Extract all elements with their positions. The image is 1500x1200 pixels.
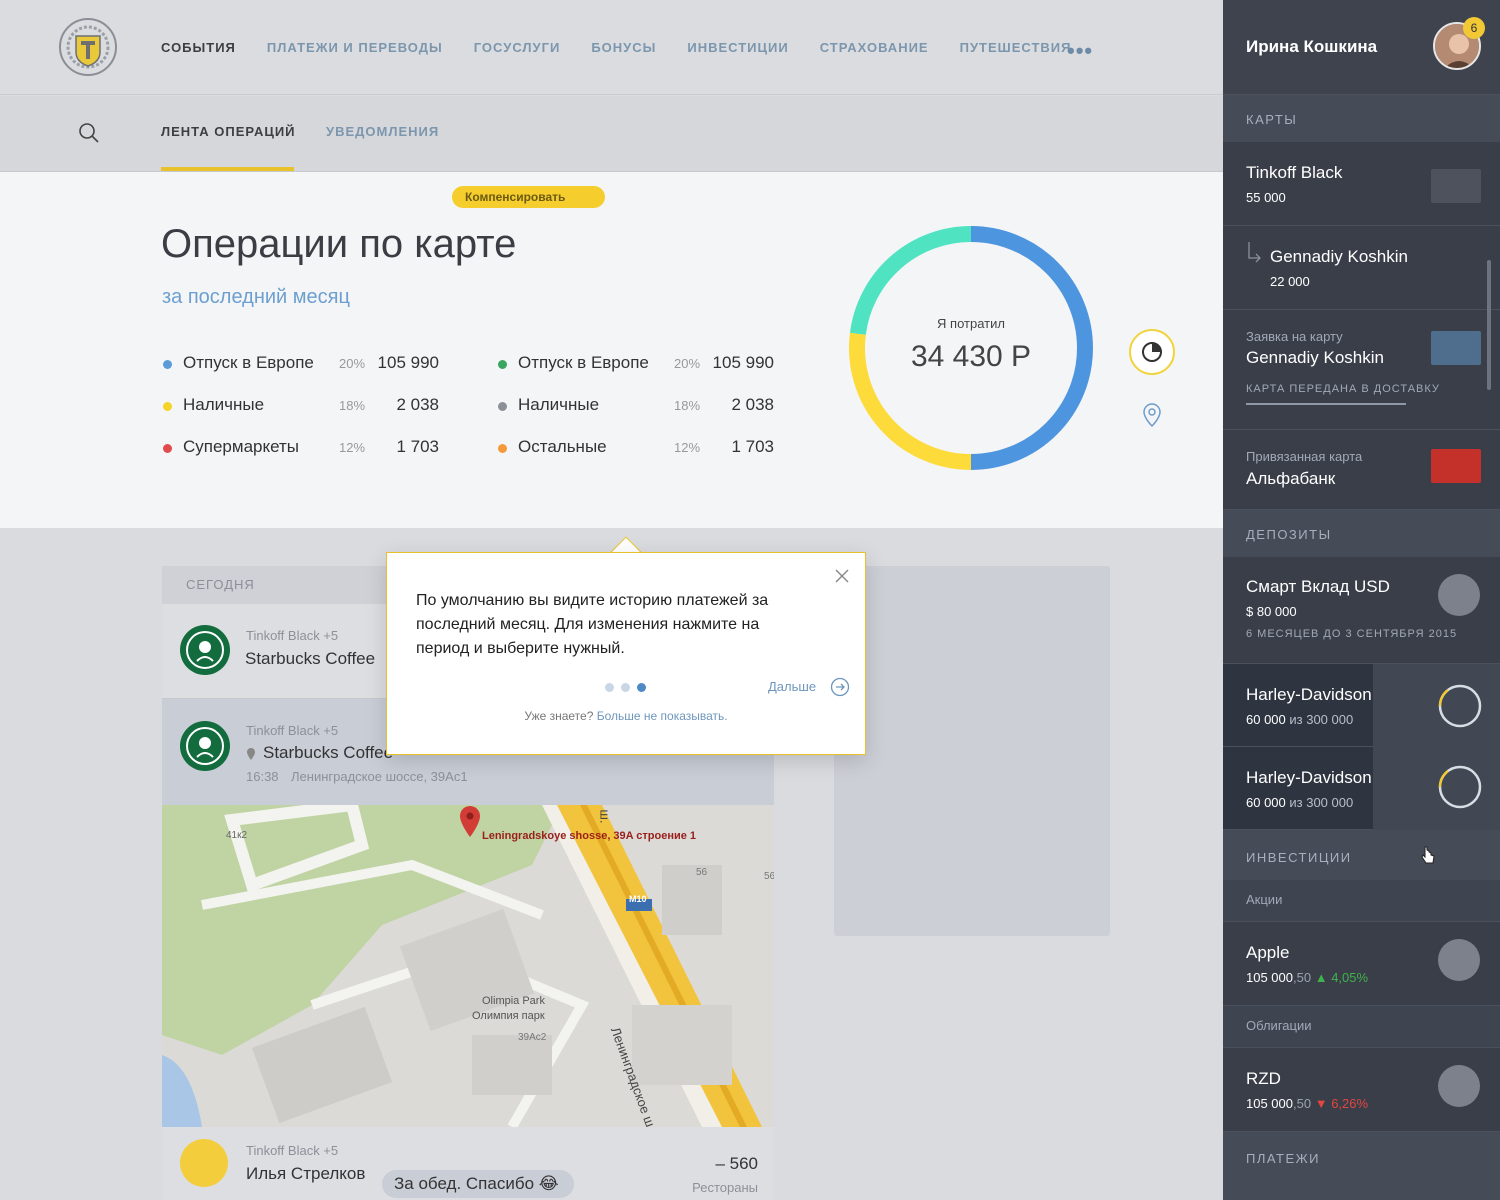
transaction-category: Рестораны: [692, 1180, 758, 1195]
map-house-label: 56: [696, 867, 708, 878]
legend-item[interactable]: Супермаркеты 12% 1 703: [160, 437, 439, 461]
legend-dot: [498, 444, 507, 453]
nav-insurance[interactable]: СТРАХОВАНИЕ: [820, 40, 929, 55]
legend-item[interactable]: Отпуск в Европе 20% 105 990: [495, 353, 774, 377]
legend-dot: [163, 360, 172, 369]
stock-icon: [1438, 939, 1480, 981]
card-request-item[interactable]: Заявка на карту Gennadiy Koshkin КАРТА П…: [1223, 310, 1500, 430]
legend-item[interactable]: Остальные 12% 1 703: [495, 437, 774, 461]
legend-dot: [163, 402, 172, 411]
card-item[interactable]: Gennadiy Koshkin 22 000: [1223, 226, 1500, 310]
nav-gosuslugi[interactable]: ГОСУСЛУГИ: [474, 40, 561, 55]
onboarding-tooltip: По умолчанию вы видите историю платежей …: [386, 552, 866, 755]
goal-progress-ring: [1438, 684, 1482, 728]
map-pin-label: Leningradskoye shosse, 39A строение 1: [482, 830, 697, 842]
sub-card-arrow-icon: [1248, 242, 1261, 263]
bank-avatar: [180, 1139, 228, 1187]
legend-item[interactable]: Наличные 18% 2 038: [160, 395, 439, 419]
more-menu-icon[interactable]: •••: [1067, 38, 1093, 64]
stock-item[interactable]: Apple 105 000,50 ▲ 4,05%: [1223, 922, 1500, 1006]
tab-notifications[interactable]: УВЕДОМЛЕНИЯ: [326, 124, 439, 139]
search-icon[interactable]: [78, 122, 100, 144]
page-title: Операции по карте: [161, 222, 517, 266]
nav-bonuses[interactable]: БОНУСЫ: [591, 40, 656, 55]
starbucks-logo: [180, 625, 230, 675]
bond-icon: [1438, 1065, 1480, 1107]
arrow-right-circle-icon[interactable]: [830, 677, 850, 697]
user-name[interactable]: Ирина Кошкина: [1246, 37, 1377, 57]
cursor-icon: [1421, 846, 1435, 864]
tooltip-text: По умолчанию вы видите историю платежей …: [416, 592, 769, 657]
side-placeholder: [834, 566, 1110, 936]
section-cards: КАРТЫ: [1223, 95, 1500, 142]
legend-dot: [163, 444, 172, 453]
card-thumbnail: [1431, 449, 1481, 483]
pager-dot[interactable]: [605, 683, 614, 692]
map-house-label: 39Ас2: [518, 1032, 547, 1043]
map-road-label-top: ш.: [597, 809, 613, 824]
transaction-amount: – 560: [715, 1154, 758, 1173]
main-menu: СОБЫТИЯ ПЛАТЕЖИ И ПЕРЕВОДЫ ГОСУСЛУГИ БОН…: [161, 40, 1102, 55]
message-bubble: За обед. Спасибо 😂: [382, 1170, 574, 1198]
donut-label: Я потратил: [937, 316, 1005, 331]
location-icon: [247, 748, 255, 760]
card-thumbnail: [1431, 169, 1481, 203]
deposit-item[interactable]: Смарт Вклад USD $ 80 000 6 МЕСЯЦЕВ ДО 3 …: [1223, 557, 1500, 664]
notification-badge: 6: [1463, 17, 1485, 39]
section-payments: ПЛАТЕЖИ: [1223, 1132, 1500, 1200]
nav-payments[interactable]: ПЛАТЕЖИ И ПЕРЕВОДЫ: [267, 40, 443, 55]
card-thumbnail: [1431, 331, 1481, 365]
legend-dot: [498, 402, 507, 411]
right-sidebar: Ирина Кошкина 6 КАРТЫ Tinkoff Black 55 0…: [1223, 0, 1500, 1200]
map-house-label: 56: [764, 871, 774, 882]
card-item[interactable]: Tinkoff Black 55 000: [1223, 142, 1500, 226]
tooltip-footer: Уже знаете? Больше не показывать.: [524, 709, 728, 723]
period-selector[interactable]: за последний месяц: [162, 286, 350, 309]
goal-item[interactable]: Harley-Davidson 60 000 из 300 000: [1223, 664, 1500, 747]
stocks-subheader: Акции: [1223, 880, 1500, 922]
delivery-progress: [1246, 403, 1406, 405]
starbucks-logo: [180, 721, 230, 771]
pager-dot-active[interactable]: [637, 683, 646, 692]
app-root: СОБЫТИЯ ПЛАТЕЖИ И ПЕРЕВОДЫ ГОСУСЛУГИ БОН…: [0, 0, 1500, 1200]
deposit-icon: [1438, 574, 1480, 616]
nav-travel[interactable]: ПУТЕШЕСТВИЯ: [960, 40, 1072, 55]
goal-item[interactable]: Harley-Davidson 60 000 из 300 000: [1223, 747, 1500, 830]
up-arrow-icon: ▲: [1314, 970, 1328, 985]
compensate-button[interactable]: Компенсировать: [452, 186, 605, 208]
active-tab-underline: [161, 167, 294, 171]
bank-logo[interactable]: [52, 16, 124, 78]
legend-dot: [498, 360, 507, 369]
location-map[interactable]: Leningradskoye shosse, 39A строение 1 Ле…: [162, 805, 774, 1127]
map-pin-icon[interactable]: [1141, 402, 1163, 428]
legend-item[interactable]: Наличные 18% 2 038: [495, 395, 774, 419]
pager-dot[interactable]: [621, 683, 630, 692]
top-nav: СОБЫТИЯ ПЛАТЕЖИ И ПЕРЕВОДЫ ГОСУСЛУГИ БОН…: [0, 0, 1223, 95]
tab-operations[interactable]: ЛЕНТА ОПЕРАЦИЙ: [161, 124, 296, 139]
next-button[interactable]: Дальше: [768, 679, 816, 694]
card-item[interactable]: Привязанная карта Альфабанк: [1223, 430, 1500, 510]
close-icon[interactable]: [834, 568, 850, 584]
user-header: Ирина Кошкина 6: [1223, 0, 1500, 95]
nav-events[interactable]: СОБЫТИЯ: [161, 40, 236, 55]
section-investments: ИНВЕСТИЦИИ: [1223, 830, 1500, 880]
donut-total: 34 430 Р: [910, 340, 1032, 373]
map-house-label: 41к2: [226, 830, 248, 841]
down-arrow-icon: ▼: [1314, 1096, 1328, 1111]
pie-chart-icon: [1142, 342, 1162, 362]
sidebar-scrollbar[interactable]: [1487, 260, 1491, 390]
dont-show-link[interactable]: Больше не показывать.: [597, 709, 728, 723]
bond-item[interactable]: RZD 105 000,50 ▼ 6,26%: [1223, 1048, 1500, 1132]
map-marker-icon: [460, 806, 480, 837]
goal-progress-ring: [1438, 765, 1482, 809]
legend-item[interactable]: Отпуск в Европе 20% 105 990: [160, 353, 439, 377]
nav-investments[interactable]: ИНВЕСТИЦИИ: [687, 40, 788, 55]
map-park-label: Olimpia Park: [482, 995, 545, 1007]
section-deposits: ДЕПОЗИТЫ: [1223, 510, 1500, 557]
map-highway-shield: M10: [629, 894, 647, 904]
map-graphic: [162, 805, 774, 1127]
map-park-label-ru: Олимпия парк: [472, 1010, 545, 1022]
bonds-subheader: Облигации: [1223, 1006, 1500, 1048]
chart-view-button[interactable]: [1129, 329, 1175, 375]
